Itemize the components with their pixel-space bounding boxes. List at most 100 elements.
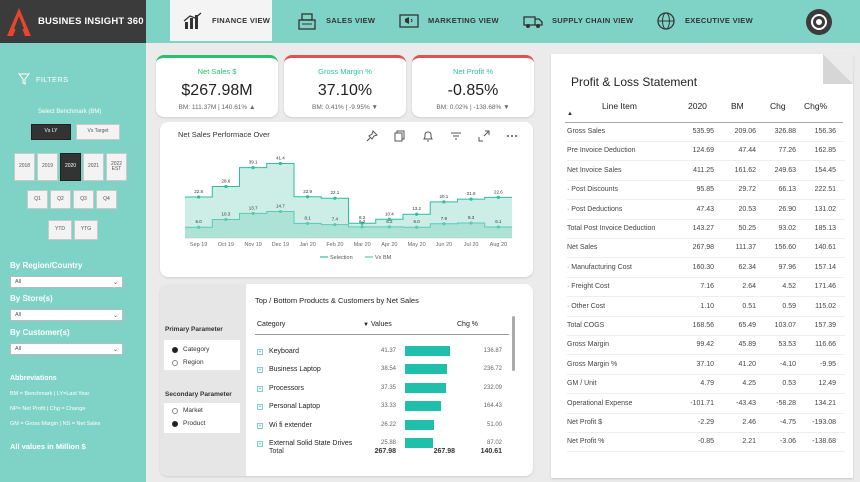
quarter-q2-button[interactable]: Q2 [50, 190, 71, 209]
kpi-benchmark: BM: 111.37M | 140.61% ▲ [178, 104, 256, 111]
quarter-q1-button[interactable]: Q1 [27, 190, 48, 209]
radio-selected-icon [172, 346, 178, 353]
product-chg: 164.43 [483, 403, 502, 410]
product-name: Personal Laptop [269, 403, 320, 411]
pl-row: · Other Cost 1.10 0.51 0.59 115.02 [567, 298, 845, 317]
product-value-bar [405, 364, 447, 375]
pl-change-pct: 140.61 [814, 244, 836, 252]
ytd-button[interactable]: YTD [48, 220, 72, 240]
data-label: 13.7 [249, 205, 258, 210]
primary-option-region[interactable]: Region [172, 359, 204, 366]
ytg-button[interactable]: YTG [74, 220, 98, 240]
app-title: BUSINES INSIGHT 360 [38, 16, 144, 27]
radio-selected-icon [172, 420, 178, 427]
year-2021-button[interactable]: 2021 [83, 153, 104, 181]
user-avatar[interactable] [806, 9, 832, 35]
table-row[interactable]: + Wi fi extender 26.22 51.00 [255, 419, 509, 437]
pl-change-pct: 157.14 [814, 263, 836, 271]
year-2020-button[interactable]: 2020 [60, 153, 81, 181]
primary-option-category[interactable]: Category [172, 346, 209, 353]
product-chg: 51.00 [486, 421, 502, 428]
tab-label: FINANCE VIEW [212, 16, 271, 25]
x-tick-label: Sep 19 [190, 242, 207, 248]
data-point [197, 225, 201, 229]
column-header-chg[interactable]: Chg % [457, 321, 478, 328]
year-2019-button[interactable]: 2019 [37, 153, 58, 181]
expand-row-icon[interactable]: + [257, 349, 263, 355]
quarter-q4-button[interactable]: Q4 [96, 190, 117, 209]
pl-header-bm[interactable]: BM [731, 101, 744, 111]
tab-executive-view[interactable]: EXECUTIVE VIEW [655, 0, 753, 41]
filter-icon [18, 73, 30, 85]
benchmark-vs-ly-button[interactable]: Vs LY [31, 124, 71, 140]
data-point [496, 225, 500, 229]
pl-change-pct: 156.36 [814, 128, 836, 135]
pl-row: Net Profit % -0.85 2.21 -3.06 -138.68 [567, 433, 845, 453]
product-chg: 136.87 [483, 348, 502, 354]
product-name: Keyboard [269, 348, 299, 355]
data-point [496, 195, 500, 199]
expand-row-icon[interactable]: + [257, 441, 263, 447]
pl-benchmark: 47.44 [738, 147, 756, 155]
pl-line-item: Net Invoice Sales [567, 166, 622, 174]
table-row[interactable]: + Keyboard 41.37 136.87 [255, 345, 509, 363]
pl-header-chg-pct[interactable]: Chg% [804, 101, 827, 111]
secondary-option-product[interactable]: Product [172, 420, 205, 427]
tab-sales-view[interactable]: SALES VIEW [296, 0, 375, 41]
pl-header-chg[interactable]: Chg [770, 101, 786, 111]
quarter-q3-button[interactable]: Q3 [73, 190, 94, 209]
sort-asc-icon[interactable]: ▲ [567, 111, 573, 117]
pl-benchmark: 2.21 [742, 438, 756, 446]
expand-row-icon[interactable]: + [257, 367, 263, 374]
pl-current: 37.10 [696, 360, 714, 368]
tab-marketing-view[interactable]: MARKETING VIEW [398, 0, 499, 41]
customer-filter-dropdown[interactable]: All ⌄ [10, 343, 123, 355]
expand-row-icon[interactable]: + [257, 385, 263, 392]
pl-change-pct: 154.45 [814, 166, 836, 174]
product-name: Wi fi extender [269, 421, 312, 429]
kpi-value: -0.85% [447, 82, 499, 99]
year-2018-button[interactable]: 2018 [14, 153, 35, 181]
pl-change: -58.28 [776, 399, 796, 407]
product-value: 33.33 [380, 403, 396, 410]
pl-line-item: · Post Discounts [567, 186, 618, 194]
table-row[interactable]: + Personal Laptop 33.33 164.43 [255, 400, 509, 418]
column-header-category[interactable]: Category [257, 321, 285, 328]
column-header-values[interactable]: ▼ Values [363, 321, 392, 328]
year-2022-est-button[interactable]: 2022 EST [106, 153, 127, 181]
pl-change: 93.02 [778, 225, 796, 232]
products-scrollbar[interactable] [512, 316, 515, 371]
data-label: 39.1 [249, 160, 258, 165]
product-value-bar [405, 438, 434, 448]
chevron-down-icon: ⌄ [112, 312, 118, 319]
pl-change: 66.13 [778, 186, 796, 194]
data-label: 6.0 [413, 219, 420, 224]
data-point [415, 225, 419, 229]
store-filter-dropdown[interactable]: All ⌄ [10, 309, 123, 321]
region-filter-dropdown[interactable]: All ⌄ [10, 276, 123, 288]
expand-row-icon[interactable]: + [257, 422, 263, 429]
tab-supply-chain-view[interactable]: SUPPLY CHAIN VIEW [522, 0, 633, 41]
expand-row-icon[interactable]: + [257, 404, 263, 411]
pl-change-pct: 185.13 [814, 225, 836, 232]
data-point [333, 223, 337, 227]
benchmark-vs-target-button[interactable]: Vs Target [76, 124, 120, 140]
column-header-values-label: Values [370, 321, 392, 328]
filter-sidebar: FILTERS Select Benchmark (BM) Vs LY Vs T… [0, 43, 146, 482]
secondary-option-market[interactable]: Market [172, 407, 203, 414]
kpi-gross-margin-card: Gross Margin % 37.10% BM: 0.41% | -9.95%… [284, 55, 406, 117]
pl-header-year[interactable]: 2020 [688, 101, 707, 111]
product-value: 41.37 [380, 348, 396, 354]
tab-label: EXECUTIVE VIEW [685, 16, 753, 25]
pl-change-pct: 134.21 [814, 399, 836, 407]
table-row[interactable]: + Processors 37.35 232.09 [255, 382, 509, 400]
pl-row: Gross Sales 535.95 209.06 326.88 156.36 [567, 123, 845, 142]
table-row[interactable]: + Business Laptop 38.54 236.72 [255, 363, 509, 381]
pl-current: 124.69 [692, 147, 714, 155]
pl-header-line-item[interactable]: Line Item [602, 101, 637, 111]
data-point [442, 200, 446, 204]
data-point [224, 217, 228, 222]
data-point [251, 211, 255, 215]
x-tick-label: Feb 20 [326, 242, 343, 248]
tab-finance-view[interactable]: FINANCE VIEW [170, 0, 272, 41]
